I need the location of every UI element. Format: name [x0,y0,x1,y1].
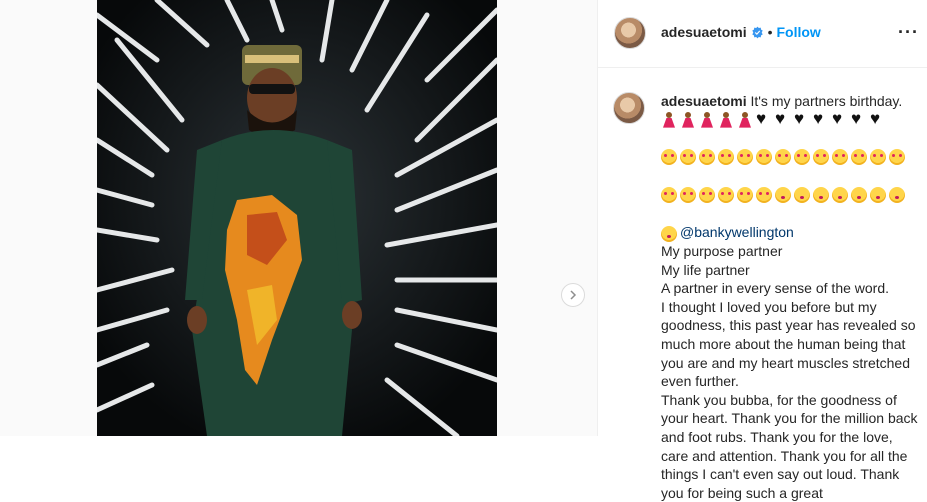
post-details-panel: adesuaetomi • Follow ··· adesuaetomi It'… [597,0,927,501]
hearts-face-emoji-icon [680,186,696,203]
emoji-row-2 [661,148,923,167]
heart-eyes-emoji-icon [756,149,772,166]
follow-button[interactable]: Follow [777,24,821,40]
hearts-face-emoji-icon [661,186,677,203]
hearts-face-emoji-icon [756,186,772,203]
emoji-row-1 [661,109,923,130]
caption-username-link[interactable]: adesuaetomi [661,93,747,109]
caption-line: A partner in every sense of the word. [661,280,890,297]
avatar[interactable] [614,17,646,49]
mention-link[interactable]: @bankywellington [680,224,794,240]
kissing-face-emoji-icon [889,186,905,203]
caption-line: My life partner [661,261,750,278]
next-photo-button[interactable] [561,283,585,307]
caption-intro: It's my partners birthday. [750,93,903,109]
heart-eyes-emoji-icon [737,149,753,166]
black-heart-emoji-icon [870,109,886,129]
hearts-face-emoji-icon [737,186,753,203]
dancer-emoji-icon [661,111,677,128]
black-heart-emoji-icon [756,109,772,129]
chevron-right-icon [570,290,577,300]
kissing-face-emoji-icon [661,225,677,242]
heart-eyes-emoji-icon [870,149,886,166]
kissing-face-emoji-icon [794,186,810,203]
heart-eyes-emoji-icon [680,149,696,166]
kissing-face-emoji-icon [813,186,829,203]
heart-eyes-emoji-icon [851,149,867,166]
hearts-face-emoji-icon [699,186,715,203]
caption-line: I thought I loved you before but my good… [661,298,920,390]
heart-eyes-emoji-icon [794,149,810,166]
caption-line: My purpose partner [661,242,783,259]
black-heart-emoji-icon [775,109,791,129]
black-heart-emoji-icon [832,109,848,129]
more-options-icon[interactable]: ··· [898,22,919,43]
post-photo-graphic [97,0,497,436]
post-caption: adesuaetomi It's my partners birthday. @… [661,92,923,502]
heart-eyes-emoji-icon [718,149,734,166]
kissing-face-emoji-icon [851,186,867,203]
kissing-face-emoji-icon [775,186,791,203]
heart-eyes-emoji-icon [813,149,829,166]
dancer-emoji-icon [699,111,715,128]
username-link[interactable]: adesuaetomi [661,24,747,40]
caption-line: Thank you bubba, for the goodness of you… [661,391,922,501]
dancer-emoji-icon [737,111,753,128]
heart-eyes-emoji-icon [889,149,905,166]
separator-dot: • [767,24,773,40]
post-header: adesuaetomi • Follow ··· [598,0,927,68]
black-heart-emoji-icon [794,109,810,129]
kissing-face-emoji-icon [832,186,848,203]
black-heart-emoji-icon [813,109,829,129]
heart-eyes-emoji-icon [775,149,791,166]
hearts-face-emoji-icon [718,186,734,203]
post-photo[interactable] [97,0,497,436]
dancer-emoji-icon [718,111,734,128]
kissing-face-emoji-icon [870,186,886,203]
verified-badge-icon [751,26,763,38]
black-heart-emoji-icon [851,109,867,129]
dancer-emoji-icon [680,111,696,128]
heart-eyes-emoji-icon [661,149,677,166]
comment-avatar[interactable] [613,92,645,124]
header-user: adesuaetomi • Follow [661,24,821,40]
heart-eyes-emoji-icon [832,149,848,166]
emoji-row-3 [661,186,923,205]
heart-eyes-emoji-icon [699,149,715,166]
